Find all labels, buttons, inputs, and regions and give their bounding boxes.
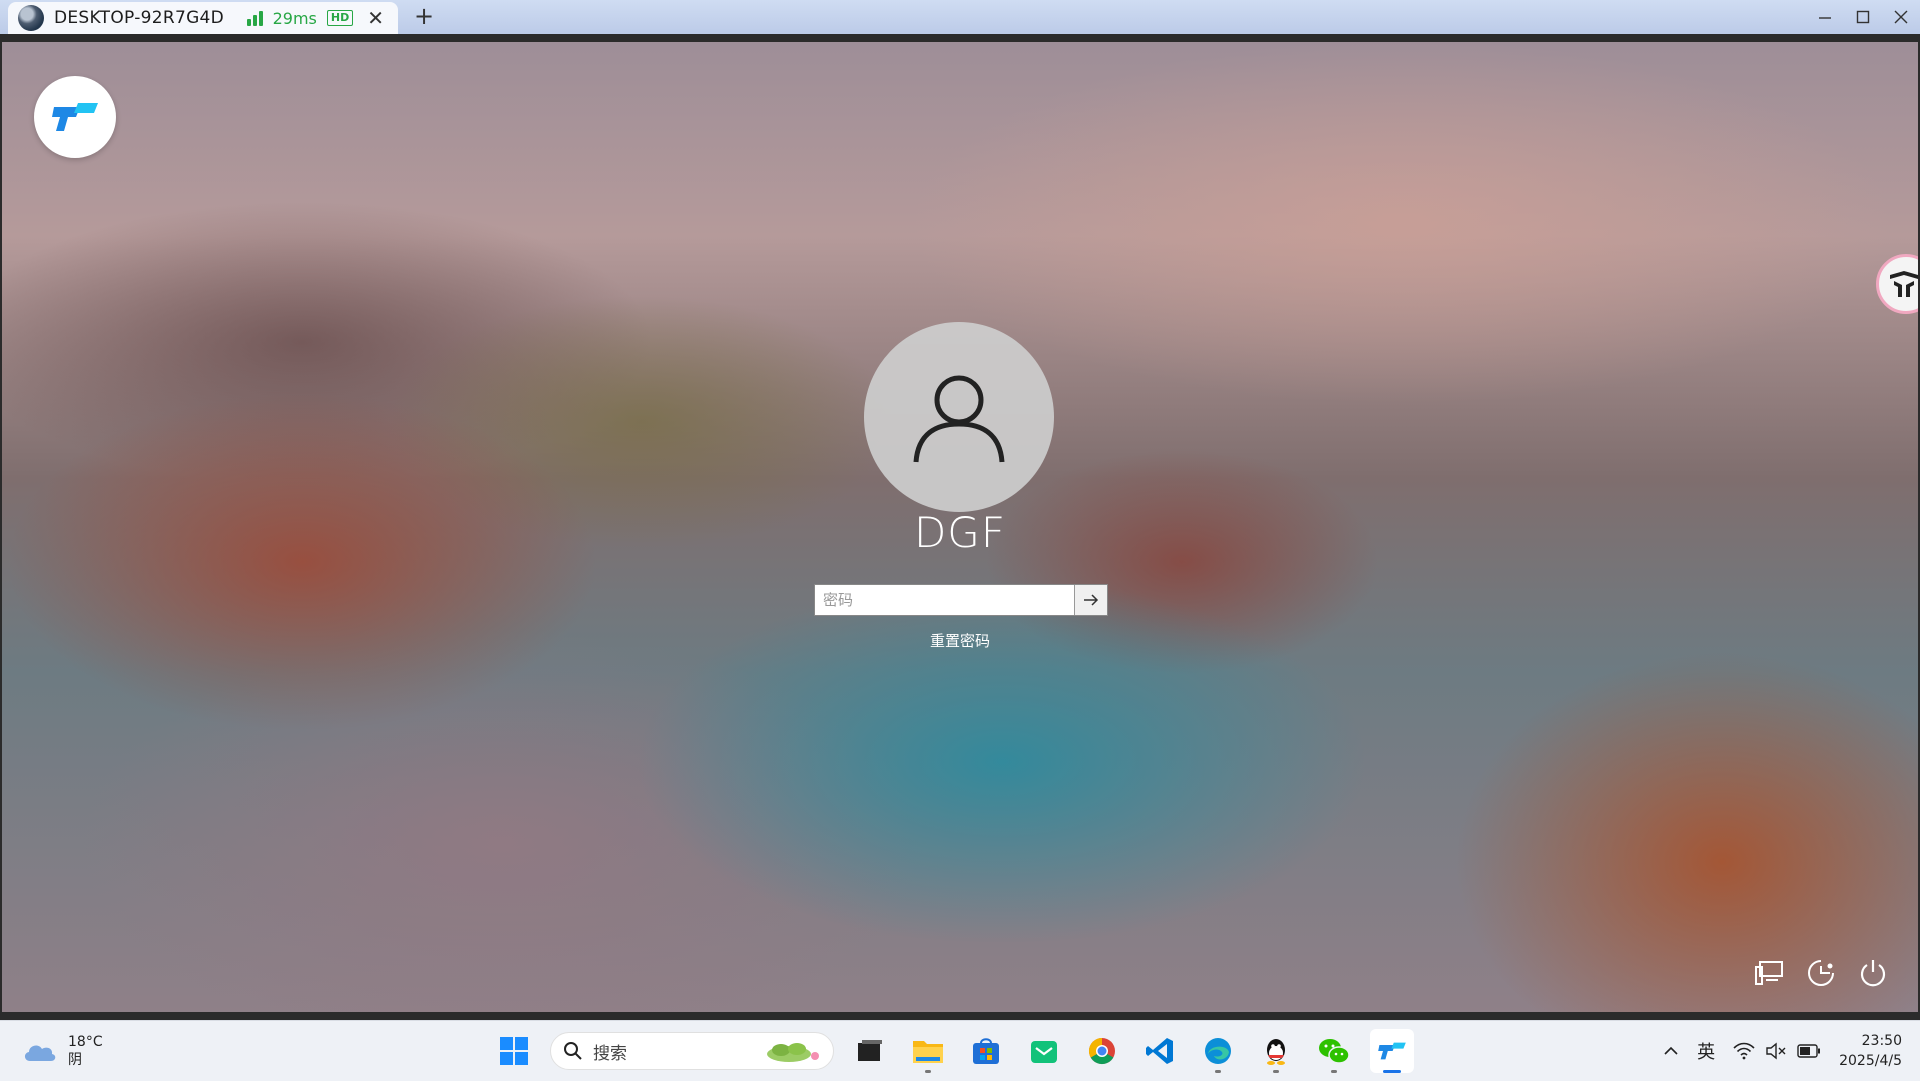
show-hidden-icons-button[interactable] <box>1663 1042 1679 1061</box>
chevron-up-icon <box>1664 1046 1678 1055</box>
running-indicator <box>1273 1070 1279 1073</box>
todesk-logo-icon <box>52 103 98 131</box>
weather-widget[interactable]: 18°C 阴 <box>22 1033 103 1069</box>
latency-value: 29ms <box>272 8 317 28</box>
arrow-right-icon <box>1084 594 1099 606</box>
taskbar-search[interactable]: 搜索 <box>550 1032 834 1070</box>
password-box <box>814 584 1108 616</box>
accessibility-icon <box>1808 960 1834 986</box>
session-title: DESKTOP-92R7G4D <box>54 8 225 28</box>
maximize-icon <box>1856 10 1870 24</box>
minimize-icon <box>1819 17 1831 19</box>
todesk-taskbar-button[interactable] <box>1370 1029 1414 1073</box>
folder-icon <box>913 1041 943 1063</box>
vscode-button[interactable] <box>1138 1029 1182 1073</box>
session-tab[interactable]: DESKTOP-92R7G4D 29ms HD ✕ <box>8 2 398 34</box>
qq-icon <box>1267 1039 1285 1065</box>
lock-screen-corner-actions <box>1754 958 1888 988</box>
volume-muted-icon <box>1766 1042 1786 1060</box>
start-button[interactable] <box>492 1029 536 1073</box>
minimize-button[interactable] <box>1806 0 1844 34</box>
remote-desktop-titlebar: DESKTOP-92R7G4D 29ms HD ✕ + <box>0 0 1920 34</box>
running-indicator <box>1331 1070 1337 1073</box>
clock-time: 23:50 <box>1861 1033 1902 1049</box>
email-app-button[interactable] <box>1022 1029 1066 1073</box>
network-status-button[interactable] <box>1733 1042 1821 1060</box>
toolbox-icon <box>1890 271 1918 297</box>
edge-button[interactable] <box>1196 1029 1240 1073</box>
wechat-button[interactable] <box>1312 1029 1356 1073</box>
edge-icon <box>1205 1038 1231 1064</box>
store-icon <box>973 1038 999 1064</box>
input-language-indicator[interactable]: 英 <box>1697 1038 1715 1064</box>
power-button[interactable] <box>1858 958 1888 988</box>
chrome-button[interactable] <box>1080 1029 1124 1073</box>
search-icon <box>564 1042 582 1060</box>
weather-text: 18°C 阴 <box>68 1033 103 1069</box>
vscode-icon <box>1146 1038 1173 1064</box>
windows-start-icon <box>500 1037 528 1065</box>
submit-password-button[interactable] <box>1074 585 1107 615</box>
username-label: DGF <box>913 508 1007 557</box>
battery-icon <box>1797 1044 1821 1058</box>
running-indicator <box>1215 1070 1221 1073</box>
floating-toolbar-handle[interactable] <box>1876 254 1918 314</box>
user-avatar <box>864 322 1054 512</box>
system-tray: 英 23:50 2025/4/5 <box>1663 1021 1902 1081</box>
network-icon <box>1755 961 1783 985</box>
microsoft-store-button[interactable] <box>964 1029 1008 1073</box>
clock-date: 2025/4/5 <box>1839 1053 1902 1069</box>
task-view-icon <box>858 1040 882 1061</box>
wechat-icon <box>1319 1039 1350 1064</box>
power-icon <box>1860 960 1886 987</box>
new-tab-button[interactable]: + <box>414 2 434 30</box>
qq-button[interactable] <box>1254 1029 1298 1073</box>
password-input[interactable] <box>815 585 1074 615</box>
window-controls <box>1806 0 1920 34</box>
weather-condition: 阴 <box>68 1052 82 1068</box>
todesk-logo-button[interactable] <box>34 76 116 158</box>
email-icon <box>1031 1041 1057 1063</box>
lock-screen: DGF 重置密码 <box>2 42 1918 1012</box>
reset-password-link[interactable]: 重置密码 <box>2 630 1918 651</box>
weather-temperature: 18°C <box>68 1034 103 1050</box>
chrome-icon <box>1088 1037 1115 1065</box>
close-window-button[interactable] <box>1882 0 1920 34</box>
clock[interactable]: 23:50 2025/4/5 <box>1839 1031 1902 1071</box>
wifi-icon <box>1733 1042 1755 1060</box>
close-icon <box>1894 10 1908 24</box>
maximize-button[interactable] <box>1844 0 1882 34</box>
search-highlight-icon <box>767 1043 819 1062</box>
file-explorer-button[interactable] <box>906 1029 950 1073</box>
search-placeholder: 搜索 <box>593 1043 627 1064</box>
signal-strength-icon <box>246 10 263 26</box>
hd-quality-badge[interactable]: HD <box>326 10 354 26</box>
todesk-icon <box>1378 1042 1406 1060</box>
host-avatar-icon <box>18 5 44 31</box>
taskbar-apps: 搜索 <box>492 1029 1414 1073</box>
taskbar: 18°C 阴 搜索 英 23:50 2025/4/5 <box>0 1020 1920 1081</box>
active-indicator <box>1383 1070 1401 1073</box>
running-indicator <box>925 1070 931 1073</box>
network-button[interactable] <box>1754 958 1784 988</box>
close-tab-button[interactable]: ✕ <box>363 6 388 30</box>
user-icon <box>913 375 1005 463</box>
accessibility-button[interactable] <box>1806 958 1836 988</box>
cloud-icon <box>24 1045 56 1061</box>
task-view-button[interactable] <box>848 1029 892 1073</box>
